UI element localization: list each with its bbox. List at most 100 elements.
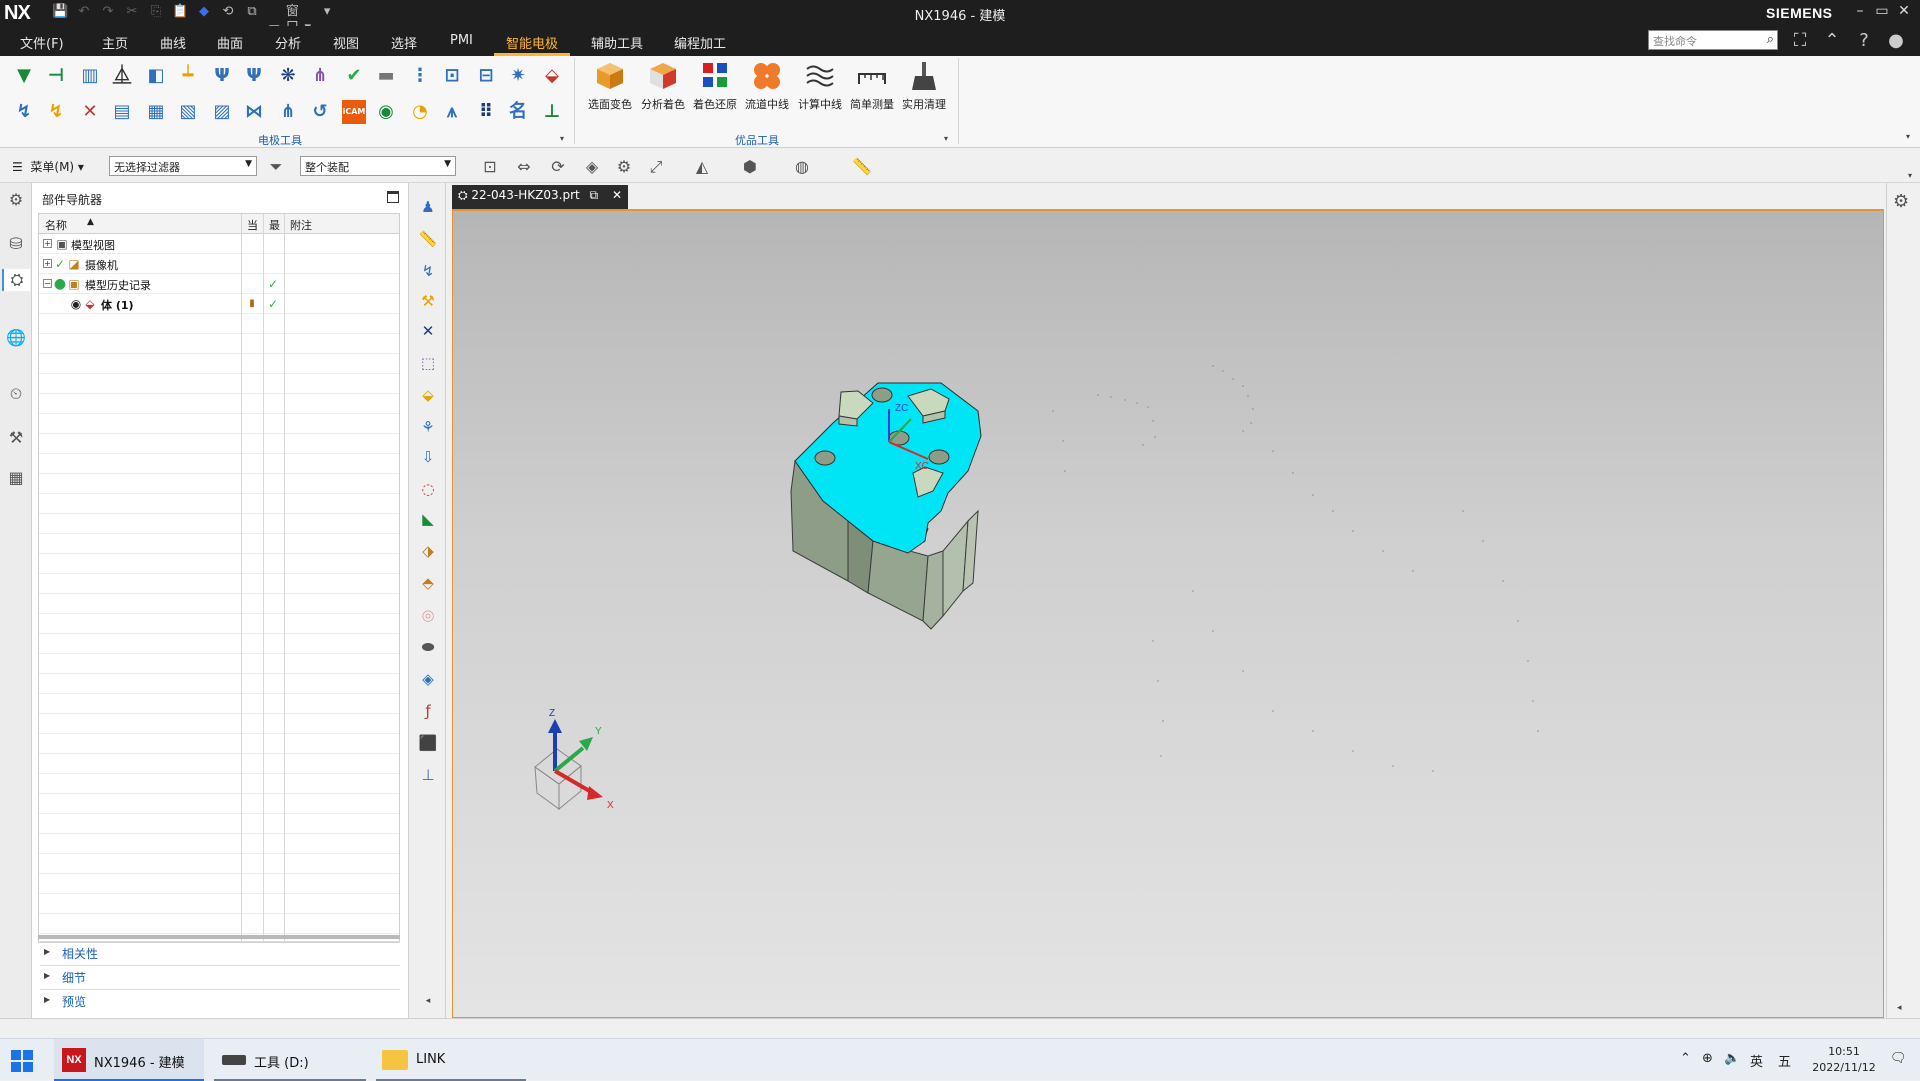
electrode-icon-2[interactable]: ⊣ <box>44 64 68 88</box>
electrode-icon-27[interactable]: ↺ <box>308 100 332 124</box>
vtool-icon-10[interactable]: ◌ <box>418 479 438 499</box>
fit-view-icon[interactable]: ⊡ <box>478 155 502 179</box>
system-clock[interactable]: 10:51 2022/11/12 <box>1808 1044 1880 1076</box>
collapse-ribbon-icon[interactable]: ⌃ <box>1820 29 1844 53</box>
view-settings-icon[interactable]: ⚙ <box>612 155 636 179</box>
vtool-icon-8[interactable]: ⚘ <box>418 417 438 437</box>
collapse-right-icon[interactable]: ◂ <box>1897 1003 1902 1013</box>
section-preview[interactable]: ▶ 预览 <box>40 989 400 1011</box>
electrode-icon-34[interactable]: ⊥ <box>540 100 564 124</box>
start-button[interactable] <box>11 1050 33 1075</box>
minimize-button[interactable]: – <box>1850 3 1870 21</box>
vtool-icon-1[interactable]: ♟ <box>418 197 438 217</box>
electrode-icon-24[interactable]: ▨ <box>210 100 234 124</box>
electrode-icon-26[interactable]: ⋔ <box>276 100 300 124</box>
electrode-icon-22[interactable]: ▦ <box>144 100 168 124</box>
panel-splitter[interactable] <box>38 935 400 939</box>
part-navigator-icon[interactable]: ⛭ <box>2 269 30 291</box>
pan-icon[interactable]: ⇔ <box>512 155 536 179</box>
visibility-eye-icon[interactable]: ◉ <box>69 297 83 311</box>
electrode-icon-18[interactable]: ↯ <box>12 100 36 124</box>
undock-icon[interactable]: ⧉ <box>590 188 599 202</box>
column-header-latest[interactable]: 最 <box>269 217 280 233</box>
electrode-icon-19[interactable]: ↯ <box>44 100 68 124</box>
tree-row-cameras[interactable]: + ✓ ◪ 摄像机 <box>39 254 399 274</box>
name-icon[interactable]: 名 <box>506 100 530 124</box>
vtool-icon-5[interactable]: ✕ <box>418 321 438 341</box>
electrode-icon-16[interactable]: ✷ <box>506 64 530 88</box>
electrode-icon-29[interactable]: ◉ <box>374 100 398 124</box>
vtool-icon-16[interactable]: ◈ <box>418 669 438 689</box>
section-details[interactable]: ▶ 细节 <box>40 965 400 987</box>
vtool-icon-12[interactable]: ⬗ <box>418 541 438 561</box>
vtool-icon-11[interactable]: ◣ <box>418 509 438 529</box>
electrode-icon-25[interactable]: ⋈ <box>242 100 266 124</box>
tree-row-model-history[interactable]: − ● ▣ 模型历史记录 ✓ <box>39 274 399 294</box>
ribbon-options-icon[interactable]: ▾ <box>1906 132 1910 141</box>
notification-icon[interactable]: 🗨 <box>1890 1051 1907 1066</box>
icam-icon[interactable]: iCAM <box>342 100 366 124</box>
close-button[interactable]: ✕ <box>1894 3 1914 21</box>
tab-file[interactable]: 文件(F) <box>20 33 64 52</box>
vtool-icon-14[interactable]: ◎ <box>418 605 438 625</box>
filter-funnel-icon[interactable]: ⏷ <box>264 155 288 179</box>
ime-language[interactable]: 英 <box>1750 1051 1763 1070</box>
simple-measure-button[interactable]: 简单测量 <box>846 60 898 112</box>
electrode-icon-17[interactable]: ⬙ <box>540 64 564 88</box>
compute-centerline-button[interactable]: 计算中线 <box>794 60 846 112</box>
part-model[interactable]: ZC XC <box>790 382 982 630</box>
volume-icon[interactable]: 🔈 <box>1724 1051 1740 1066</box>
vtool-icon-4[interactable]: ⚒ <box>418 291 438 311</box>
scope-select[interactable]: 整个装配 ▼ <box>300 156 456 176</box>
tab-home[interactable]: 主页 <box>102 33 128 52</box>
command-finder[interactable]: 查找命令 ⌕ <box>1648 30 1778 50</box>
tree-row-model-views[interactable]: + ▣ 模型视图 <box>39 234 399 254</box>
view-triad[interactable]: Z Y X <box>534 708 614 811</box>
electrode-icon-3[interactable]: ▥ <box>78 64 102 88</box>
tab-cam[interactable]: 编程加工 <box>674 33 726 52</box>
tab-surface[interactable]: 曲面 <box>217 33 243 52</box>
electrode-icon-9[interactable]: ❋ <box>276 64 300 88</box>
electrode-icon-15[interactable]: ⊟ <box>474 64 498 88</box>
electrode-icon-10[interactable]: ⋔ <box>308 64 332 88</box>
web-browser-icon[interactable]: 🌐 <box>5 327 27 349</box>
electrode-icon-14[interactable]: ⊡ <box>440 64 464 88</box>
orient-view-icon[interactable]: ⬢ <box>738 155 762 179</box>
vtool-icon-17[interactable]: ƒ <box>418 701 438 721</box>
palette-icon[interactable]: ▦ <box>5 467 27 489</box>
tab-view[interactable]: 视图 <box>333 33 359 52</box>
runner-centerline-button[interactable]: 流道中线 <box>741 60 793 112</box>
system-settings-icon[interactable]: ⚙ <box>1893 191 1909 212</box>
column-header-notes[interactable]: 附注 <box>290 217 312 233</box>
fullscreen-icon[interactable]: ⛶ <box>1788 29 1812 53</box>
vtool-icon-6[interactable]: ⬚ <box>418 353 438 373</box>
restore-button[interactable]: ▭ <box>1872 3 1892 21</box>
ime-mode[interactable]: 五 <box>1778 1051 1791 1070</box>
vtool-icon-18[interactable]: ⬛ <box>418 733 438 753</box>
ruler-icon[interactable]: 📏 <box>850 155 874 179</box>
taskbar-item-drive[interactable]: 工具 (D:) <box>214 1039 366 1081</box>
settings-icon[interactable]: ● <box>1884 29 1908 53</box>
document-tab[interactable]: ⛭ 22-043-HKZ03.prt ⧉ ✕ <box>452 185 629 209</box>
tab-select[interactable]: 选择 <box>391 33 417 52</box>
tab-curve[interactable]: 曲线 <box>160 33 186 52</box>
rotate-icon[interactable]: ⟳ <box>546 155 570 179</box>
electrode-icon-8[interactable]: Ψ <box>242 64 266 88</box>
group-more-icon[interactable]: ▾ <box>560 134 564 143</box>
taskbar-item-nx[interactable]: NX NX1946 - 建模 <box>54 1039 204 1081</box>
vtool-icon-3[interactable]: ↯ <box>418 261 438 281</box>
process-studio-icon[interactable]: ⚒ <box>5 427 27 449</box>
electrode-icon-5[interactable]: ◧ <box>144 64 168 88</box>
collapse-toggle[interactable]: − <box>43 279 52 288</box>
tab-pmi[interactable]: PMI <box>450 33 473 48</box>
close-tab-icon[interactable]: ✕ <box>612 188 622 202</box>
search-icon[interactable]: ⌕ <box>1767 32 1774 47</box>
tab-smart-electrode[interactable]: 智能电极 <box>506 33 558 52</box>
vtool-icon-7[interactable]: ⬙ <box>418 385 438 405</box>
electrode-icon-30[interactable]: ◔ <box>408 100 432 124</box>
model-canvas[interactable]: ZC XC Z Y X <box>453 211 1883 1017</box>
grid-icon[interactable]: ⠿ <box>474 100 498 124</box>
check-icon[interactable]: ✔ <box>342 64 366 88</box>
help-icon[interactable]: ? <box>1852 29 1876 53</box>
select-face-color-button[interactable]: 选面变色 <box>584 60 636 112</box>
